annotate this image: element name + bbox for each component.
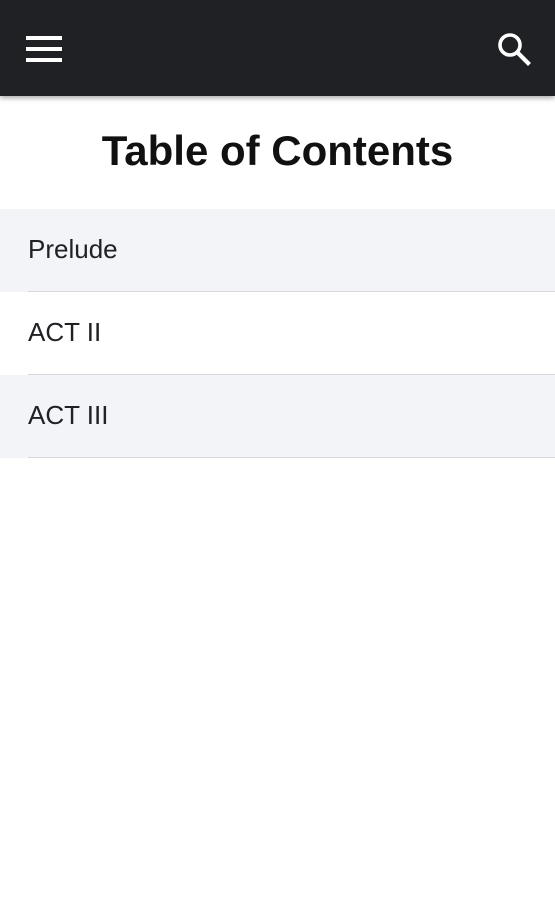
toc-item-label: ACT III — [28, 400, 109, 430]
top-app-bar — [0, 0, 555, 96]
toc-item-prelude[interactable]: Prelude — [0, 209, 555, 292]
toc-item-label: ACT II — [28, 317, 102, 347]
menu-button[interactable] — [14, 24, 74, 74]
hamburger-menu-icon — [26, 36, 62, 62]
search-icon — [498, 33, 531, 66]
toc-item-act-iii[interactable]: ACT III — [0, 375, 555, 458]
app-screen: Table of Contents Prelude ACT II ACT III — [0, 0, 555, 900]
toc-list: Prelude ACT II ACT III — [0, 209, 555, 458]
toc-item-label: Prelude — [28, 234, 118, 264]
search-button[interactable] — [489, 24, 539, 74]
toc-item-act-ii[interactable]: ACT II — [0, 292, 555, 375]
page-title: Table of Contents — [101, 127, 454, 174]
